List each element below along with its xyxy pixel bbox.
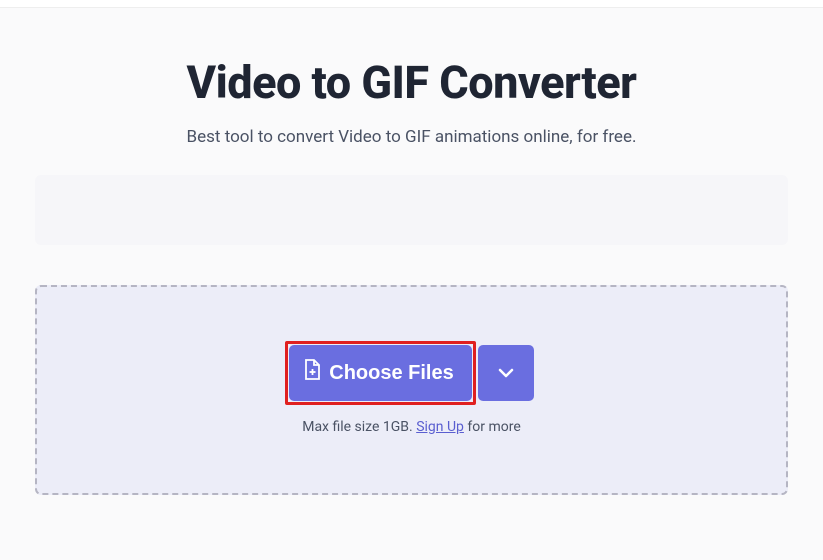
page-subtitle: Best tool to convert Video to GIF animat… — [35, 127, 788, 147]
hint-suffix: for more — [464, 419, 521, 435]
choose-files-label: Choose Files — [329, 362, 453, 385]
page-title: Video to GIF Converter — [35, 56, 788, 109]
choose-files-button[interactable]: Choose Files — [289, 345, 471, 401]
file-size-hint: Max file size 1GB. Sign Up for more — [302, 419, 521, 435]
chevron-down-icon — [498, 366, 514, 381]
choose-files-dropdown-button[interactable] — [478, 345, 534, 401]
file-add-icon — [303, 359, 321, 387]
signup-link[interactable]: Sign Up — [416, 419, 464, 435]
top-bar — [0, 0, 823, 8]
hint-prefix: Max file size 1GB. — [302, 419, 416, 435]
file-dropzone[interactable]: Choose Files Max file size 1GB. Sign Up … — [35, 285, 788, 495]
button-row: Choose Files — [289, 345, 533, 401]
ad-spacer-box — [35, 175, 788, 245]
main-container: Video to GIF Converter Best tool to conv… — [0, 56, 823, 495]
